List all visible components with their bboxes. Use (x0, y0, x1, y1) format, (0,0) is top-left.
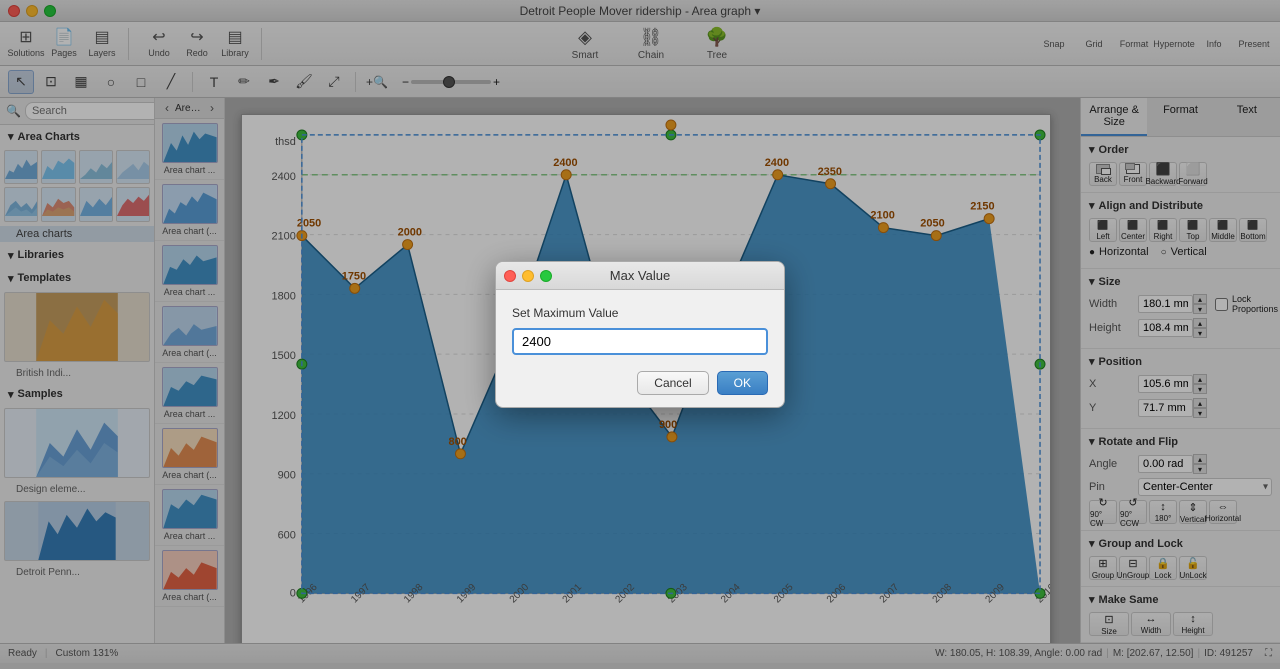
modal-buttons: Cancel OK (496, 363, 784, 407)
modal-body: Set Maximum Value (496, 290, 784, 363)
modal-title: Max Value (610, 268, 670, 283)
modal-overlay: Max Value Set Maximum Value Cancel OK (0, 0, 1280, 669)
modal-ok-button[interactable]: OK (717, 371, 768, 395)
modal-dialog: Max Value Set Maximum Value Cancel OK (495, 261, 785, 408)
modal-minimize-button[interactable] (522, 270, 534, 282)
modal-window-controls (504, 270, 552, 282)
modal-maximize-button[interactable] (540, 270, 552, 282)
modal-cancel-button[interactable]: Cancel (637, 371, 708, 395)
modal-input[interactable] (512, 328, 768, 355)
modal-label: Set Maximum Value (512, 306, 768, 320)
modal-titlebar: Max Value (496, 262, 784, 290)
modal-close-button[interactable] (504, 270, 516, 282)
